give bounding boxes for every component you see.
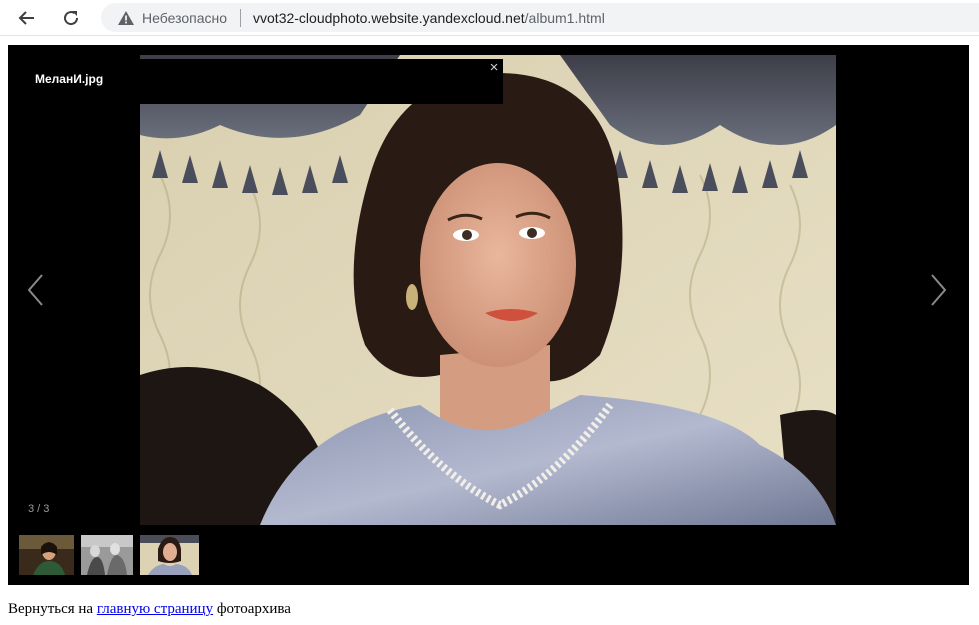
security-status[interactable]: Небезопасно xyxy=(142,10,227,26)
photo-counter: 3 / 3 xyxy=(28,503,50,515)
url-host: vvot32-cloudphoto.website.yandexcloud.ne… xyxy=(253,9,525,26)
address-bar[interactable]: Небезопасно vvot32-cloudphoto.website.ya… xyxy=(101,3,979,32)
back-to-home-text: Вернуться на главную страницу фотоархива xyxy=(8,601,291,618)
reload-icon xyxy=(64,11,79,26)
back-button[interactable] xyxy=(13,4,41,32)
next-photo-button[interactable] xyxy=(928,273,948,307)
home-page-link[interactable]: главную страницу xyxy=(97,601,213,617)
photo-caption: МеланИ.jpg xyxy=(35,72,104,86)
chevron-right-icon xyxy=(931,274,947,306)
address-divider xyxy=(240,8,242,27)
reload-button[interactable] xyxy=(57,4,85,32)
current-photo xyxy=(140,55,836,525)
chevron-left-icon xyxy=(27,274,43,306)
close-button[interactable]: × xyxy=(488,60,500,75)
url-path: /album1.html xyxy=(524,9,605,26)
previous-photo-button[interactable] xyxy=(26,273,46,307)
browser-toolbar: Небезопасно vvot32-cloudphoto.website.ya… xyxy=(0,0,979,36)
url-text[interactable]: vvot32-cloudphoto.website.yandexcloud.ne… xyxy=(253,10,605,26)
footer-suffix: фотоархива xyxy=(213,601,291,617)
footer-prefix: Вернуться на xyxy=(8,601,97,617)
thumbnail-2[interactable] xyxy=(81,535,133,575)
thumbnail-3[interactable] xyxy=(140,535,199,575)
photo-viewer: МеланИ.jpg × 3 / 3 xyxy=(8,45,969,585)
thumbnail-1[interactable] xyxy=(19,535,74,575)
portrait-image xyxy=(140,55,836,525)
warning-triangle-icon[interactable] xyxy=(117,9,135,27)
arrow-left-icon xyxy=(18,11,34,25)
